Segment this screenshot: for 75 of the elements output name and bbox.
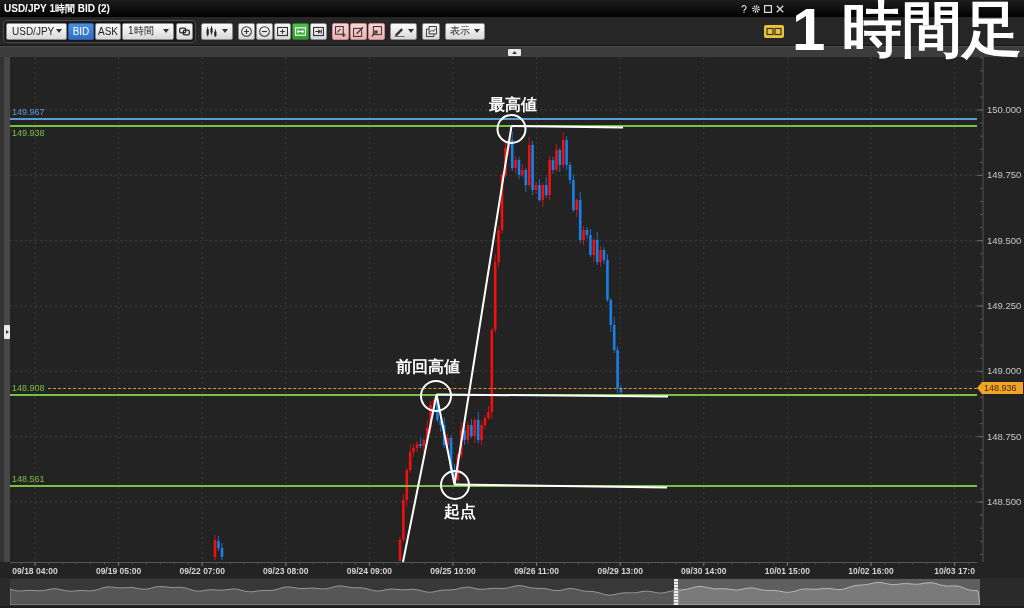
square-plus-icon xyxy=(335,25,346,37)
window-title: USD/JPY 1時間 BID (2) xyxy=(4,1,110,16)
link-icon xyxy=(179,25,190,37)
triangle-right-icon xyxy=(5,330,9,334)
time-tick-label: 09/25 10:00 xyxy=(430,566,476,576)
price-tick-label: 149.250 xyxy=(987,300,1022,312)
add-drawing-button[interactable] xyxy=(332,22,349,40)
edit-drawing-button[interactable] xyxy=(350,22,367,40)
close-icon[interactable] xyxy=(776,4,784,13)
candlestick-icon xyxy=(206,25,217,37)
circle-marker xyxy=(440,470,470,500)
caret-icon xyxy=(474,29,480,33)
level-price-label: 148.908 xyxy=(12,384,45,394)
time-tick-label: 10/02 16:00 xyxy=(848,566,894,576)
price-tick-label: 149.750 xyxy=(987,169,1022,182)
navigator-handle[interactable] xyxy=(674,579,678,605)
pen-icon xyxy=(393,25,405,37)
symbol-select[interactable]: USD/JPY xyxy=(6,22,67,40)
price-tick-label: 150.000 xyxy=(987,104,1022,116)
arrow-to-end-icon xyxy=(313,25,324,37)
fit-width-icon xyxy=(295,25,306,37)
time-tick-label: 09/22 07:00 xyxy=(179,566,225,576)
time-tick-label: 09/18 04:00 xyxy=(12,566,58,576)
caret-icon xyxy=(407,29,414,33)
scroll-end-button[interactable] xyxy=(310,22,327,40)
price-type-tab[interactable]: BID xyxy=(68,22,94,40)
zoom-in-icon xyxy=(241,25,252,37)
settings-icon[interactable] xyxy=(752,4,760,13)
annotation-label: 最高値 xyxy=(489,96,537,114)
annotation-label: 前回高値 xyxy=(396,358,460,376)
level-price-label: 148.561 xyxy=(12,475,45,485)
side-panel-tab[interactable] xyxy=(4,325,10,339)
dual-square-icon[interactable] xyxy=(764,24,784,38)
circle-marker xyxy=(420,380,452,412)
zoom-out-button[interactable] xyxy=(256,22,273,40)
price-tick-label: 149.000 xyxy=(987,365,1022,378)
current-price-tag: 148.936 xyxy=(977,382,1023,395)
help-icon[interactable] xyxy=(740,4,748,13)
chart-window-button[interactable] xyxy=(422,22,440,40)
time-tick-label: 10/03 17:0 xyxy=(934,566,975,576)
time-tick-label: 10/01 15:00 xyxy=(764,566,811,576)
zoom-in-button[interactable] xyxy=(238,22,255,40)
square-pen-icon xyxy=(353,25,364,37)
maximize-icon[interactable] xyxy=(764,4,772,13)
caret-icon xyxy=(56,29,62,33)
zoom-out-icon xyxy=(259,25,270,37)
circle-marker xyxy=(496,114,527,144)
timeframe-select[interactable]: 1時間 xyxy=(122,22,174,40)
time-tick-label: 09/19 05:00 xyxy=(95,566,142,576)
level-price-label: 149.967 xyxy=(12,107,45,117)
link-button[interactable] xyxy=(176,22,193,40)
level-price-label: 149.938 xyxy=(12,129,45,139)
time-tick-label: 09/24 09:00 xyxy=(346,566,393,576)
view-menu-button[interactable]: 表示 xyxy=(445,22,485,40)
price-type-tab[interactable]: ASK xyxy=(95,22,121,40)
chart-window-icon xyxy=(425,25,437,37)
annotation-label: 起点 xyxy=(444,503,476,521)
price-tick-label: 148.500 xyxy=(987,495,1022,508)
collapse-button[interactable] xyxy=(507,48,521,56)
triangle-up-icon xyxy=(511,50,517,54)
delete-drawing-button[interactable] xyxy=(368,22,385,40)
chart-type-button[interactable] xyxy=(201,22,233,40)
time-tick-label: 09/26 11:00 xyxy=(514,566,560,576)
box-plus-icon xyxy=(277,25,288,37)
expand-button[interactable] xyxy=(274,22,291,40)
time-tick-label: 09/30 14:00 xyxy=(681,566,727,576)
time-tick-label: 09/23 08:00 xyxy=(263,566,309,576)
chart-caption: 1 時間足 xyxy=(791,0,1022,61)
fit-button[interactable] xyxy=(292,22,309,40)
pen-button[interactable] xyxy=(390,22,417,40)
caret-icon xyxy=(222,29,228,33)
price-tick-label: 148.750 xyxy=(987,430,1022,443)
time-tick-label: 09/29 13:00 xyxy=(597,566,643,576)
caret-icon xyxy=(163,29,169,33)
price-tick-label: 149.500 xyxy=(987,234,1022,247)
